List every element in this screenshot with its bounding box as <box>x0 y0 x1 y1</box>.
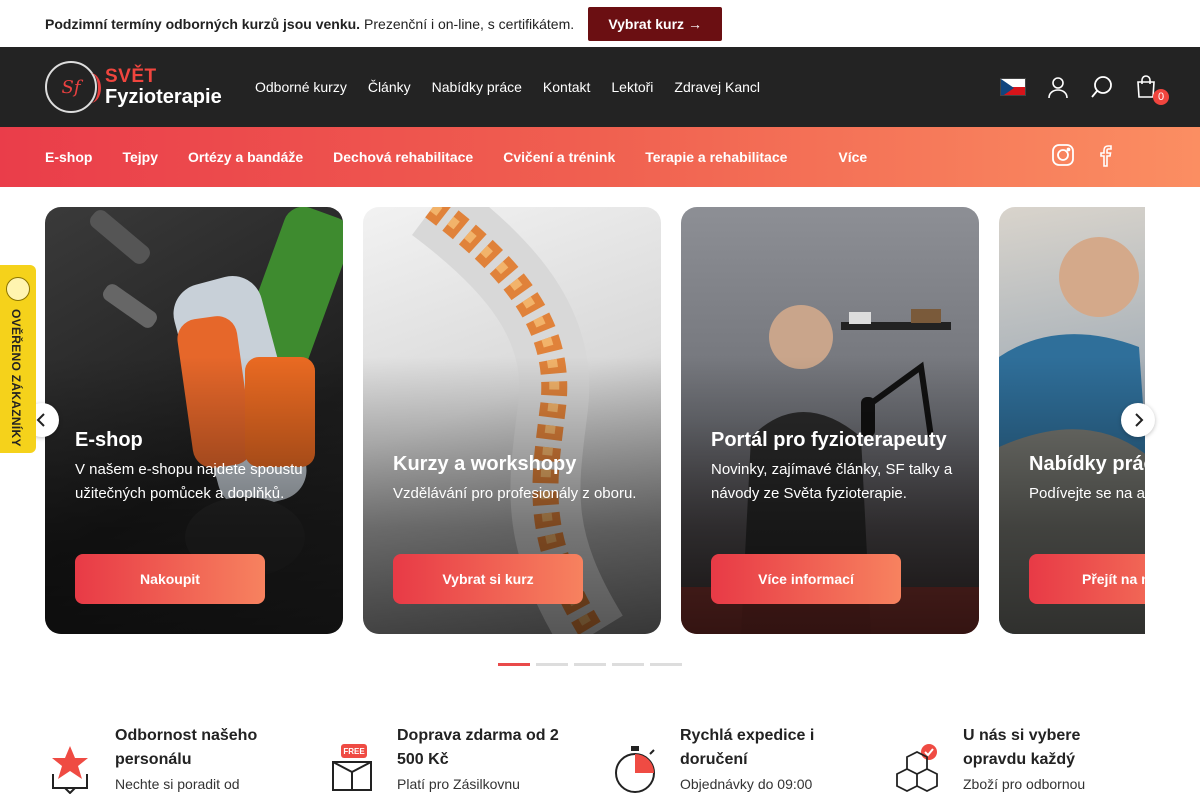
site-logo[interactable]: Sf SVĚT Fyzioterapie <box>45 61 225 113</box>
announcement-bar: Podzimní termíny odborných kurzů jsou ve… <box>0 0 1200 47</box>
card-title: E-shop <box>75 429 143 451</box>
feature-title: Odbornost našeho personálu <box>115 727 258 768</box>
feature-subtitle: Nechte si poradit od <box>115 776 240 792</box>
go-to-jobs-button[interactable]: Přejít na nab <box>1029 554 1145 604</box>
nav-item-healthy-office[interactable]: Zdravej Kancl <box>674 79 760 95</box>
card-title: Portál pro fyzioterapeuty <box>711 429 947 451</box>
chevron-right-icon <box>1135 413 1144 427</box>
carousel-next-button[interactable] <box>1121 403 1155 437</box>
category-more[interactable]: Více <box>838 149 867 165</box>
carousel-pagination <box>498 663 682 666</box>
category-exercise[interactable]: Cvičení a trénink <box>503 149 615 165</box>
cart-icon[interactable]: 0 <box>1134 75 1169 105</box>
nav-item-courses[interactable]: Odborné kurzy <box>255 79 347 95</box>
free-shipping-box-icon: FREE <box>332 744 372 791</box>
instagram-icon[interactable] <box>1051 143 1075 172</box>
nav-item-contact[interactable]: Kontakt <box>543 79 590 95</box>
choose-course-card-button[interactable]: Vybrat si kurz <box>393 554 583 604</box>
carousel-card-portal: Portál pro fyzioterapeuty Novinky, zajím… <box>681 207 979 634</box>
category-bar: E-shop Tejpy Ortézy a bandáže Dechová re… <box>0 127 1200 187</box>
shop-now-button[interactable]: Nakoupit <box>75 554 265 604</box>
category-tapes[interactable]: Tejpy <box>122 149 158 165</box>
cart-count-badge: 0 <box>1153 89 1169 105</box>
feature-title: U nás si vybere opravdu každý <box>963 727 1081 768</box>
card-text: Vzdělávání pro profesionály z oboru. <box>393 485 637 502</box>
user-icon[interactable] <box>1046 75 1070 99</box>
more-info-button[interactable]: Více informací <box>711 554 901 604</box>
logo-line2: Fyzioterapie <box>105 86 222 108</box>
nav-item-jobs[interactable]: Nabídky práce <box>432 79 522 95</box>
star-badge-icon <box>52 746 88 794</box>
announcement-text: Prezenční i on-line, s certifikátem. <box>364 15 575 32</box>
card-text: Podívejte se na a práce v oboru fy. <box>1029 485 1145 502</box>
free-label: FREE <box>343 747 365 756</box>
carousel-dot[interactable] <box>498 663 530 666</box>
nav-item-articles[interactable]: Články <box>368 79 411 95</box>
seal-icon <box>6 277 30 301</box>
category-breathing[interactable]: Dechová rehabilitace <box>333 149 473 165</box>
feature-subtitle: Platí pro Zásilkovnu <box>397 776 520 792</box>
feature-subtitle: Zboží pro odbornou <box>963 776 1086 792</box>
main-nav: Odborné kurzy Články Nabídky práce Konta… <box>255 79 781 95</box>
carousel-dot[interactable] <box>536 663 568 666</box>
feature-subtitle: Objednávky do 09:00 <box>680 776 813 792</box>
carousel-dot[interactable] <box>612 663 644 666</box>
announcement-bold: Podzimní termíny odborných kurzů jsou ve… <box>45 15 361 32</box>
nav-item-lecturers[interactable]: Lektoři <box>611 79 653 95</box>
card-title: Kurzy a workshopy <box>393 453 577 475</box>
choose-course-button[interactable]: Vybrat kurz → <box>588 6 723 41</box>
logo-line1: SVĚT <box>105 66 157 87</box>
carousel-dot[interactable] <box>650 663 682 666</box>
main-header: Sf SVĚT Fyzioterapie Odborné kurzy Článk… <box>0 47 1200 127</box>
verified-by-customers-badge[interactable]: OVĚŘENO ZÁKAZNÍKY <box>0 265 36 453</box>
category-eshop[interactable]: E-shop <box>45 149 92 165</box>
category-therapy[interactable]: Terapie a rehabilitace <box>645 149 787 165</box>
boxes-check-icon <box>896 744 938 793</box>
feature-title: Doprava zdarma od 2 500 Kč <box>397 727 559 768</box>
category-orthoses[interactable]: Ortézy a bandáže <box>188 149 303 165</box>
logo-monogram: Sf <box>45 61 101 113</box>
carousel-dot[interactable] <box>574 663 606 666</box>
card-text: V našem e-shopu najdete spoustu užitečný… <box>75 461 303 502</box>
facebook-icon[interactable] <box>1093 143 1117 172</box>
feature-title: Rychlá expedice i doručení <box>680 727 815 768</box>
czech-flag-icon[interactable] <box>1000 78 1026 96</box>
card-title: Nabídky prác <box>1029 453 1145 475</box>
card-text: Novinky, zajímavé články, SF talky a náv… <box>711 461 953 502</box>
stopwatch-icon <box>615 746 655 793</box>
carousel-card-eshop: E-shop V našem e-shopu najdete spoustu u… <box>45 207 343 634</box>
hero-carousel: E-shop V našem e-shopu najdete spoustu u… <box>45 207 1145 634</box>
badge-text: OVĚŘENO ZÁKAZNÍKY <box>9 309 23 447</box>
carousel-card-courses: Kurzy a workshopy Vzdělávání pro profesi… <box>363 207 661 634</box>
search-icon[interactable] <box>1090 75 1114 99</box>
chevron-left-icon <box>36 413 45 427</box>
